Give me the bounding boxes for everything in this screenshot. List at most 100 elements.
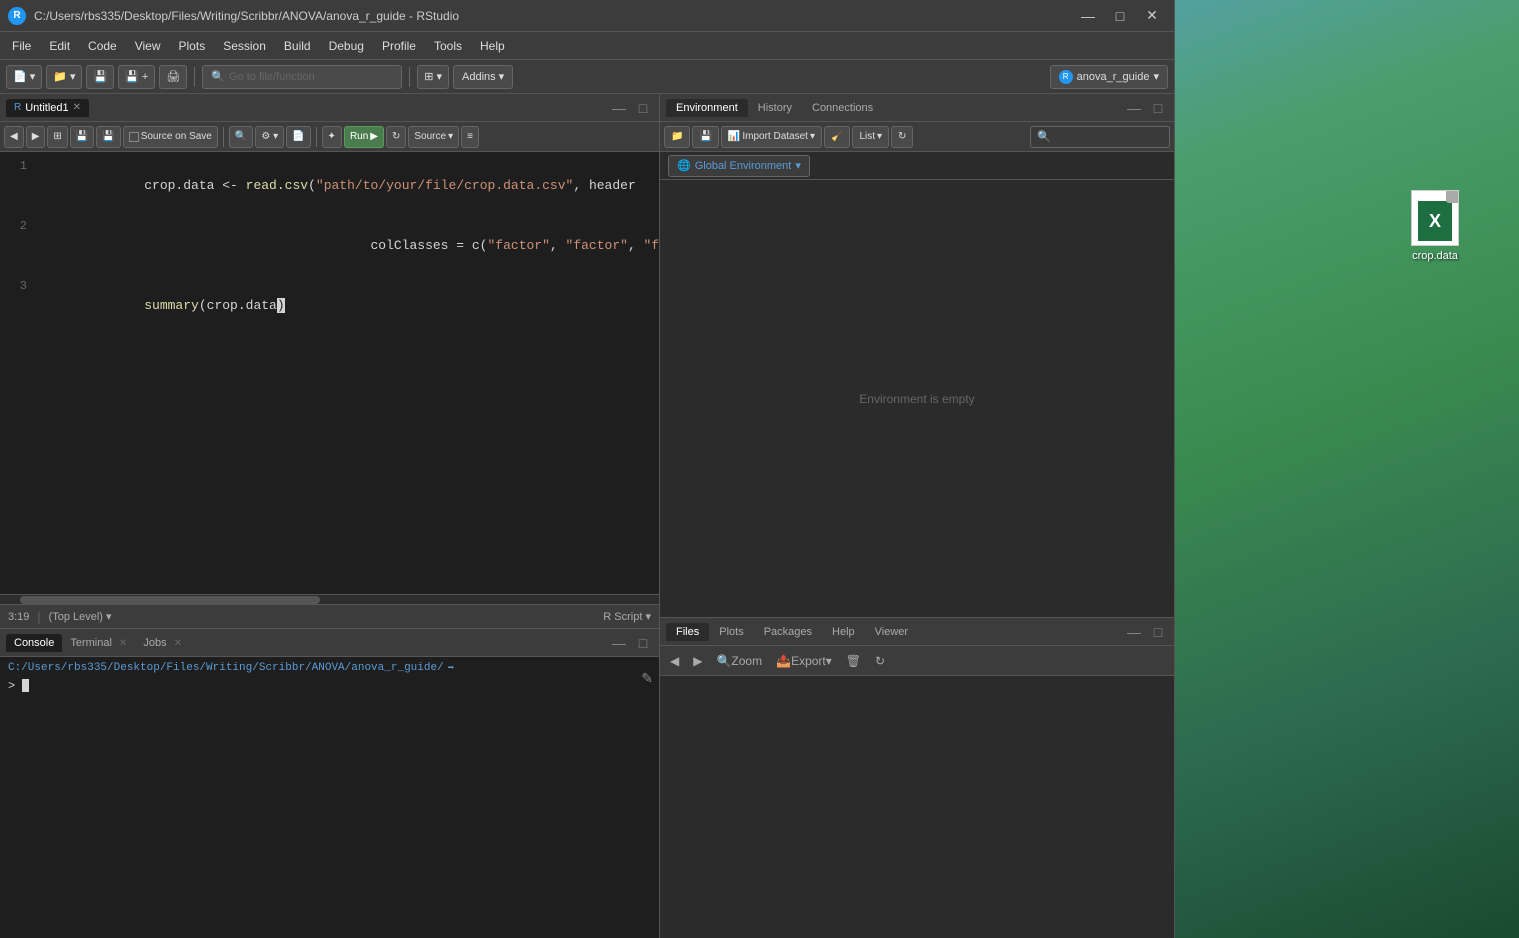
save-all-button[interactable]: 💾 +: [118, 65, 155, 89]
menu-profile[interactable]: Profile: [374, 36, 424, 56]
open-file-button[interactable]: 📁 ▾: [46, 65, 82, 89]
menu-help[interactable]: Help: [472, 36, 513, 56]
files-maximize-button[interactable]: □: [1148, 623, 1168, 641]
compile-button[interactable]: 📄: [286, 126, 310, 148]
desktop-icon-crop-data[interactable]: X crop.data: [1411, 190, 1459, 262]
menu-session[interactable]: Session: [215, 36, 274, 56]
minimize-button[interactable]: —: [1074, 5, 1102, 27]
editor-maximize-button[interactable]: □: [633, 99, 653, 117]
zoom-button[interactable]: 🔍 Zoom: [710, 650, 768, 672]
new-file-dropdown-icon: ▾: [30, 70, 36, 83]
save-button[interactable]: 💾: [86, 65, 114, 89]
delete-plot-button[interactable]: 🗑: [840, 650, 867, 672]
load-workspace-button[interactable]: 📁: [664, 126, 690, 148]
global-env-button[interactable]: 🌐 Global Environment ▾: [668, 155, 810, 177]
project-selector[interactable]: R anova_r_guide ▾: [1050, 65, 1168, 89]
menu-view[interactable]: View: [127, 36, 169, 56]
close-button[interactable]: ✕: [1138, 5, 1166, 27]
terminal-close[interactable]: ✕: [119, 638, 127, 649]
files-forward-button[interactable]: ▶: [687, 650, 708, 672]
save-script-button-2[interactable]: 💾: [96, 126, 120, 148]
source-on-save-checkbox[interactable]: Source on Save: [123, 126, 218, 148]
menu-bar: File Edit Code View Plots Session Build …: [0, 32, 1174, 60]
maximize-button[interactable]: □: [1106, 5, 1134, 27]
right-pane: Environment History Connections — □ 📁: [660, 94, 1174, 938]
code-var-crop: crop.data: [144, 178, 214, 193]
menu-file[interactable]: File: [4, 36, 39, 56]
excel-logo: X: [1418, 201, 1452, 241]
back-button[interactable]: ◀: [4, 126, 24, 148]
tab-environment[interactable]: Environment: [666, 99, 748, 117]
editor-tab-untitled1[interactable]: R Untitled1 ✕: [6, 99, 89, 117]
checkbox-icon: [129, 132, 139, 142]
env-minimize-button[interactable]: —: [1124, 99, 1144, 117]
go-to-file-label: Go to file/function: [229, 71, 315, 83]
clear-console-button[interactable]: ✎: [641, 670, 653, 687]
menu-edit[interactable]: Edit: [41, 36, 78, 56]
source-on-save-label: Source on Save: [141, 131, 212, 142]
console-minimize-button[interactable]: —: [609, 634, 629, 652]
addins-label: Addins: [462, 71, 496, 83]
menu-debug[interactable]: Debug: [321, 36, 372, 56]
tab-files[interactable]: Files: [666, 623, 709, 641]
folder-icon: 📁: [53, 70, 67, 83]
re-run-button[interactable]: ↻: [386, 126, 406, 148]
workspace-button[interactable]: ⊞ ▾: [417, 65, 449, 89]
save-workspace-button[interactable]: 💾: [692, 126, 718, 148]
jobs-close[interactable]: ✕: [174, 638, 182, 649]
editor-h-scrollbar[interactable]: [0, 594, 659, 604]
source-button[interactable]: Source ▾: [408, 126, 459, 148]
save-script-button[interactable]: 💾: [70, 126, 94, 148]
menu-code[interactable]: Code: [80, 36, 125, 56]
find-button[interactable]: 🔍: [229, 126, 253, 148]
env-search-input[interactable]: [1030, 126, 1170, 148]
code-tools-button[interactable]: ⚙ ▾: [255, 126, 284, 148]
new-file-button[interactable]: 📄 ▾: [6, 65, 42, 89]
open-dropdown-icon: ▾: [70, 70, 76, 83]
refresh-files-button[interactable]: ↻: [869, 650, 891, 672]
context-info[interactable]: (Top Level) ▾: [49, 610, 112, 623]
wand-button[interactable]: ✦: [322, 126, 342, 148]
files-back-button[interactable]: ◀: [664, 650, 685, 672]
forward-button[interactable]: ▶: [26, 126, 46, 148]
app-icon: R: [8, 7, 26, 25]
list-view-button[interactable]: List ▾: [852, 126, 889, 148]
source-options-button[interactable]: ≡: [461, 126, 479, 148]
tab-viewer[interactable]: Viewer: [865, 623, 918, 641]
editor-tab-close[interactable]: ✕: [73, 102, 81, 113]
tab-connections[interactable]: Connections: [802, 99, 883, 117]
import-dataset-button[interactable]: 📊 Import Dataset ▾: [721, 126, 822, 148]
env-maximize-button[interactable]: □: [1148, 99, 1168, 117]
files-minimize-button[interactable]: —: [1124, 623, 1144, 641]
console-content[interactable]: C:/Users/rbs335/Desktop/Files/Writing/Sc…: [0, 657, 659, 938]
files-content: [660, 676, 1174, 938]
menu-tools[interactable]: Tools: [426, 36, 470, 56]
refresh-env-button[interactable]: ↻: [891, 126, 913, 148]
console-maximize-button[interactable]: □: [633, 634, 653, 652]
clear-env-button[interactable]: 🧹: [824, 126, 850, 148]
tab-jobs[interactable]: Jobs ✕: [135, 634, 190, 652]
go-to-file-input[interactable]: 🔍 Go to file/function: [202, 65, 402, 89]
project-name: anova_r_guide: [1077, 71, 1150, 83]
tab-history[interactable]: History: [748, 99, 802, 117]
tab-packages[interactable]: Packages: [754, 623, 822, 641]
tab-console[interactable]: Console: [6, 634, 62, 652]
tab-plots[interactable]: Plots: [709, 623, 753, 641]
environment-panel: Environment History Connections — □ 📁: [660, 94, 1174, 618]
addins-dropdown-icon: ▾: [499, 70, 505, 83]
run-button[interactable]: Run ▶: [344, 126, 384, 148]
addins-button[interactable]: Addins ▾: [453, 65, 513, 89]
r-file-icon: R: [14, 102, 21, 113]
menu-plots[interactable]: Plots: [171, 36, 214, 56]
tab-help[interactable]: Help: [822, 623, 865, 641]
print-button[interactable]: 🖨: [159, 65, 187, 89]
source-label: Source: [414, 131, 446, 142]
export-button[interactable]: 📤 Export ▾: [770, 650, 838, 672]
env-sub-toolbar: 🌐 Global Environment ▾: [660, 152, 1174, 180]
code-editor[interactable]: 1 crop.data <- read.csv("path/to/your/fi…: [0, 152, 659, 594]
show-in-new-window-button[interactable]: ⊞: [47, 126, 67, 148]
tab-terminal[interactable]: Terminal ✕: [62, 634, 135, 652]
menu-build[interactable]: Build: [276, 36, 319, 56]
editor-minimize-button[interactable]: —: [609, 99, 629, 117]
script-type[interactable]: R Script ▾: [603, 610, 651, 623]
